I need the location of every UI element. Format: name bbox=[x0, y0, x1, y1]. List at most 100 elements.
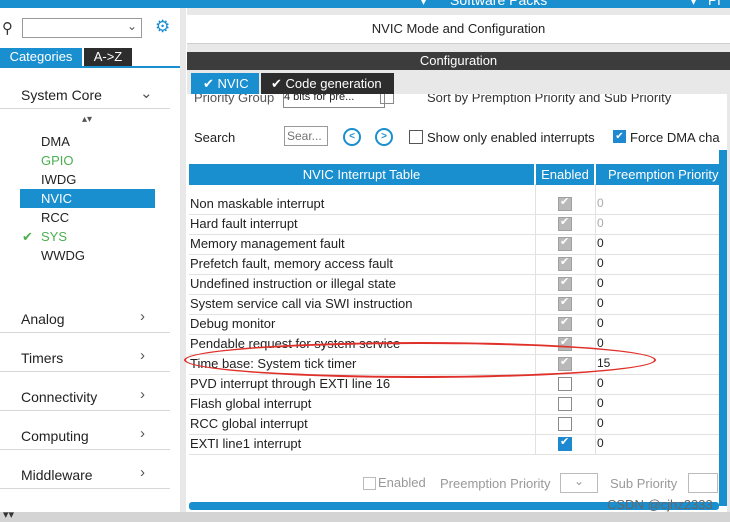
priority-group-select[interactable]: 4 bits for pre... bbox=[283, 94, 385, 108]
check-icon: ✔ bbox=[560, 296, 570, 308]
categories-panel: ⚲ ⌄ ⚙ Categories A->Z System Core ⌄ ▴▾ D… bbox=[0, 8, 181, 512]
col-header-preemption[interactable]: Preemption Priority bbox=[596, 164, 719, 185]
left-scrollbar[interactable] bbox=[180, 8, 186, 512]
check-icon: ✔ bbox=[560, 316, 570, 328]
preemption-priority-value[interactable]: 0 bbox=[597, 416, 604, 430]
pinout-tab[interactable]: Pi bbox=[708, 0, 720, 8]
priority-group-label: Priority Group bbox=[194, 94, 275, 105]
check-icon: ✔ bbox=[560, 196, 570, 208]
check-icon: ✔ bbox=[560, 276, 570, 288]
preemption-priority-value[interactable]: 0 bbox=[597, 296, 604, 310]
table-row[interactable]: Non maskable interrupt ✔ 0 bbox=[189, 194, 719, 215]
enabled-checkbox[interactable] bbox=[558, 377, 572, 391]
col-header-enabled[interactable]: Enabled bbox=[536, 164, 594, 185]
enabled-checkbox[interactable] bbox=[558, 417, 572, 431]
category-connectivity[interactable]: Connectivity › bbox=[0, 382, 170, 411]
tab-nvic[interactable]: ✔ NVIC bbox=[191, 73, 259, 94]
preemption-priority-value[interactable]: 0 bbox=[597, 276, 604, 290]
red-highlight-circle bbox=[184, 342, 656, 378]
force-dma-checkbox[interactable]: ✔ bbox=[613, 130, 626, 143]
interrupt-name: System service call via SWI instruction bbox=[190, 296, 413, 311]
table-row[interactable]: Hard fault interrupt ✔ 0 bbox=[189, 214, 719, 235]
category-computing[interactable]: Computing › bbox=[0, 421, 170, 450]
sidebar-item-sys[interactable]: ✔ SYS bbox=[20, 227, 155, 246]
table-row[interactable]: EXTI line1 interrupt ✔ 0 bbox=[189, 434, 719, 455]
interrupt-name: Undefined instruction or illegal state bbox=[190, 276, 396, 291]
table-row[interactable]: Memory management fault ✔ 0 bbox=[189, 234, 719, 255]
category-timers[interactable]: Timers › bbox=[0, 343, 170, 372]
sidebar-item-rcc[interactable]: RCC bbox=[20, 208, 155, 227]
chevron-down-icon[interactable]: ⌄ bbox=[127, 19, 137, 33]
show-enabled-checkbox[interactable] bbox=[409, 130, 423, 144]
table-row[interactable]: Prefetch fault, memory access fault ✔ 0 bbox=[189, 254, 719, 275]
interrupt-name: Debug monitor bbox=[190, 316, 276, 331]
previous-icon[interactable]: < bbox=[343, 128, 361, 146]
category-label: Middleware bbox=[21, 467, 93, 483]
chevron-right-icon: › bbox=[140, 464, 145, 481]
bottom-enabled-checkbox[interactable] bbox=[363, 477, 376, 490]
enabled-checkbox: ✔ bbox=[558, 316, 572, 331]
col-header-interrupt[interactable]: NVIC Interrupt Table bbox=[189, 164, 534, 185]
preemption-select[interactable]: ⌄ bbox=[560, 473, 598, 493]
category-analog[interactable]: Analog › bbox=[0, 304, 170, 333]
tab-categories[interactable]: Categories bbox=[0, 48, 82, 66]
interrupt-name: Non maskable interrupt bbox=[190, 196, 325, 211]
table-row[interactable]: Undefined instruction or illegal state ✔ 0 bbox=[189, 274, 719, 295]
enabled-checkbox: ✔ bbox=[558, 236, 572, 251]
interrupt-name: EXTI line1 interrupt bbox=[190, 436, 302, 451]
next-icon[interactable]: > bbox=[375, 128, 393, 146]
bottom-enabled-label: Enabled bbox=[378, 475, 426, 490]
bottom-bar: ▾▾ bbox=[0, 509, 730, 522]
category-label: Computing bbox=[21, 428, 89, 444]
enabled-checkbox: ✔ bbox=[558, 296, 572, 311]
interrupt-name: RCC global interrupt bbox=[190, 416, 308, 431]
tab-label: NVIC bbox=[217, 76, 249, 91]
search-icon[interactable]: ⚲ bbox=[2, 19, 13, 37]
category-system-core[interactable]: System Core ⌄ bbox=[0, 80, 170, 109]
preemption-priority-value[interactable]: 0 bbox=[597, 236, 604, 250]
vertical-scrollbar[interactable] bbox=[719, 150, 727, 506]
chevron-down-icon: ⌄ bbox=[140, 85, 153, 102]
show-enabled-label: Show only enabled interrupts bbox=[427, 130, 595, 145]
enabled-checkbox[interactable] bbox=[558, 397, 572, 411]
configuration-header: Configuration bbox=[187, 52, 730, 70]
preemption-priority-value[interactable]: 0 bbox=[597, 316, 604, 330]
category-label: System Core bbox=[21, 87, 102, 103]
category-label: Timers bbox=[21, 350, 64, 366]
sidebar-item-dma[interactable]: DMA bbox=[20, 132, 155, 151]
preemption-priority-value[interactable]: 0 bbox=[597, 216, 604, 230]
category-search-combo[interactable]: ⌄ bbox=[22, 18, 142, 38]
enabled-checkbox[interactable]: ✔ bbox=[558, 436, 572, 451]
enabled-checkbox: ✔ bbox=[558, 216, 572, 231]
software-packs-tab[interactable]: Software Packs bbox=[450, 0, 547, 8]
preemption-priority-value[interactable]: 0 bbox=[597, 196, 604, 210]
watermark: CSDN @cjhz2333 bbox=[607, 497, 713, 512]
sort-checkbox[interactable] bbox=[380, 94, 394, 104]
category-middleware[interactable]: Middleware › bbox=[0, 460, 170, 489]
sidebar-item-iwdg[interactable]: IWDG bbox=[20, 170, 155, 189]
preemption-priority-value[interactable]: 0 bbox=[597, 396, 604, 410]
sidebar-item-nvic[interactable]: NVIC bbox=[20, 189, 155, 208]
table-row[interactable]: System service call via SWI instruction ✔… bbox=[189, 294, 719, 315]
search-input[interactable] bbox=[284, 126, 328, 146]
preemption-priority-value[interactable]: 0 bbox=[597, 436, 604, 450]
preemption-priority-value[interactable]: 0 bbox=[597, 256, 604, 270]
preemption-priority-value[interactable]: 0 bbox=[597, 376, 604, 390]
sort-label: Sort by Premption Priority and Sub Prior… bbox=[427, 94, 672, 105]
tab-a-z[interactable]: A->Z bbox=[84, 48, 132, 66]
sidebar-item-wwdg[interactable]: WWDG bbox=[20, 246, 155, 265]
table-row[interactable]: Debug monitor ✔ 0 bbox=[189, 314, 719, 335]
check-icon: ✔ bbox=[560, 236, 570, 248]
force-dma-label: Force DMA cha bbox=[630, 130, 720, 145]
sort-icon[interactable]: ▴▾ bbox=[82, 114, 92, 125]
table-row[interactable]: Flash global interrupt 0 bbox=[189, 394, 719, 415]
collapse-icon[interactable]: ▾▾ bbox=[3, 508, 14, 521]
check-icon: ✔ bbox=[560, 256, 570, 268]
table-row[interactable]: RCC global interrupt 0 bbox=[189, 414, 719, 435]
sidebar-item-gpio[interactable]: GPIO bbox=[20, 151, 155, 170]
check-icon: ✔ bbox=[22, 229, 33, 244]
tab-code-generation[interactable]: ✔ Code generation bbox=[261, 73, 394, 94]
gear-icon[interactable]: ⚙ bbox=[155, 17, 170, 37]
interrupt-name: Flash global interrupt bbox=[190, 396, 312, 411]
sub-priority-select[interactable] bbox=[688, 473, 718, 493]
